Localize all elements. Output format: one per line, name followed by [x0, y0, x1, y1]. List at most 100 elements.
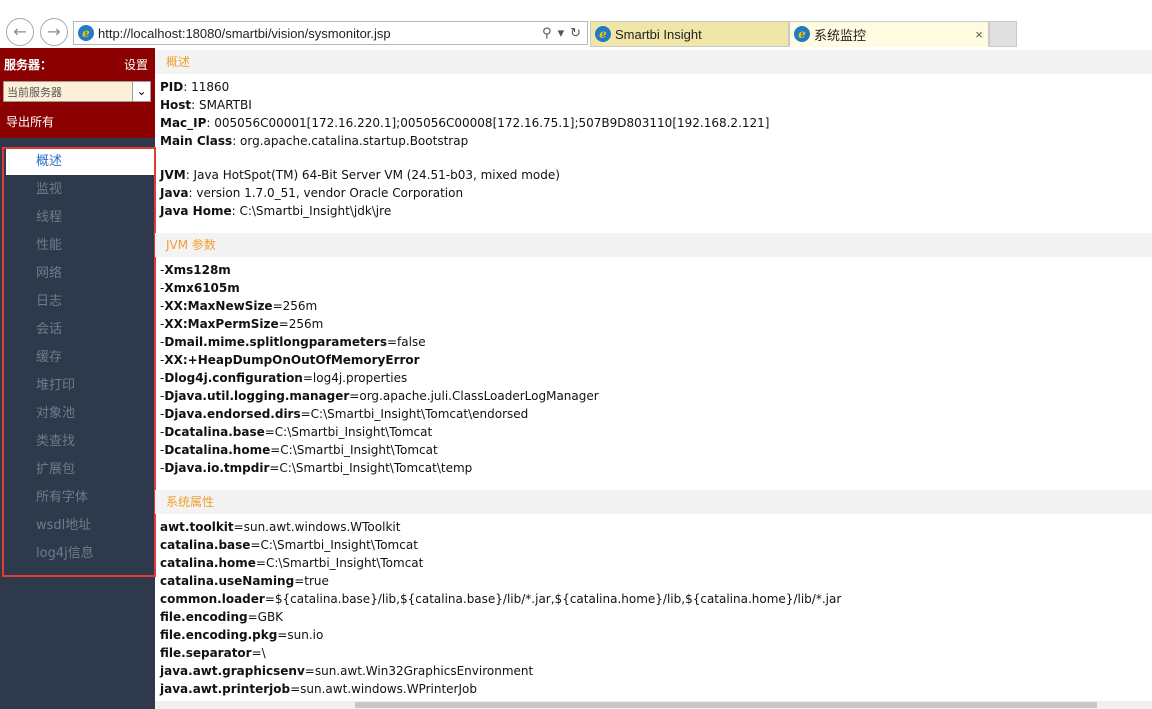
tab-system-monitor[interactable]: e 系统监控 ×: [789, 21, 989, 47]
sidebar-item[interactable]: 网络: [6, 261, 154, 287]
server-panel: 服务器： 设置 当前服务器 ⌄ 导出所有: [0, 48, 155, 138]
property-value: =GBK: [247, 610, 284, 624]
property-value: =256m: [272, 299, 318, 313]
sidebar-item[interactable]: 类查找: [6, 429, 154, 455]
tab-label: 系统监控: [814, 27, 867, 43]
forward-button[interactable]: →: [40, 18, 68, 46]
property-value: =false: [386, 335, 426, 349]
sidebar-item[interactable]: 线程: [6, 205, 154, 231]
sidebar-item[interactable]: 所有字体: [6, 485, 154, 511]
property-value: =C:\Smartbi_Insight\Tomcat: [270, 443, 438, 457]
property-value: : C:\Smartbi_Insight\jdk\jre: [231, 204, 392, 218]
property-key: file.separator: [160, 646, 252, 660]
property-value: : 005056C00001[172.16.220.1];005056C0000…: [206, 116, 770, 130]
property-row: java.awt.printerjob=sun.awt.windows.WPri…: [160, 682, 477, 696]
property-key: catalina.useNaming: [160, 574, 295, 588]
property-value: =log4j.properties: [302, 371, 408, 385]
property-row: Main Class: org.apache.catalina.startup.…: [160, 134, 468, 148]
property-row: -Djava.util.logging.manager=org.apache.j…: [160, 389, 599, 403]
address-bar[interactable]: e http://localhost:18080/smartbi/vision/…: [73, 21, 588, 45]
property-value: : org.apache.catalina.startup.Bootstrap: [232, 134, 469, 148]
refresh-icon[interactable]: ↻: [570, 26, 581, 41]
property-row: file.separator=\: [160, 646, 266, 660]
ie-tab-icon: e: [794, 26, 810, 42]
sidebar-item[interactable]: 扩展包: [6, 457, 154, 483]
property-value: : version 1.7.0_51, vendor Oracle Corpor…: [188, 186, 464, 200]
new-tab-button[interactable]: [989, 21, 1017, 47]
sidebar-item[interactable]: 堆打印: [6, 373, 154, 399]
ie-page-icon: e: [78, 25, 94, 41]
property-row: -Dlog4j.configuration=log4j.properties: [160, 371, 407, 385]
sidebar-item[interactable]: 日志: [6, 289, 154, 315]
scrollbar-thumb[interactable]: [355, 702, 1097, 708]
settings-link[interactable]: 设置: [124, 56, 148, 73]
monitor-menu: 概述 监视 线程 性能 网络 日志 会话 缓存 堆打印 对象池 类查找 扩展包 所有字体 wsdl地址 lo…: [2, 147, 156, 577]
property-row: -Xmx6105m: [160, 281, 240, 295]
property-row: catalina.home=C:\Smartbi_Insight\Tomcat: [160, 556, 423, 570]
property-key: common.loader: [160, 592, 265, 606]
property-key: JVM: [160, 168, 186, 182]
chevron-down-icon[interactable]: ▾: [558, 26, 565, 41]
property-key: Dlog4j.configuration: [164, 371, 303, 385]
server-select[interactable]: 当前服务器 ⌄: [3, 81, 151, 102]
browser-chrome: ← → e http://localhost:18080/smartbi/vis…: [0, 0, 1152, 48]
sidebar-item[interactable]: 会话: [6, 317, 154, 343]
property-key: Java: [160, 186, 189, 200]
property-row: PID: 11860: [160, 80, 229, 94]
property-key: Dcatalina.home: [164, 443, 271, 457]
property-key: PID: [160, 80, 184, 94]
property-value: =C:\Smartbi_Insight\Tomcat\endorsed: [300, 407, 529, 421]
property-row: java.awt.graphicsenv=sun.awt.Win32Graphi…: [160, 664, 533, 678]
property-key: Host: [160, 98, 192, 112]
horizontal-scrollbar[interactable]: [155, 701, 1152, 709]
property-row: -XX:MaxNewSize=256m: [160, 299, 317, 313]
property-value: =true: [294, 574, 329, 588]
property-key: Dmail.mime.splitlongparameters: [164, 335, 387, 349]
sidebar-item[interactable]: wsdl地址: [6, 513, 154, 539]
section-overview-title: 概述: [155, 50, 1152, 74]
property-value: : 11860: [183, 80, 230, 94]
property-row: common.loader=${catalina.base}/lib,${cat…: [160, 592, 841, 606]
property-row: -XX:MaxPermSize=256m: [160, 317, 323, 331]
tab-smartbi-insight[interactable]: e Smartbi Insight: [590, 21, 789, 47]
property-key: Mac_IP: [160, 116, 207, 130]
property-row: -Dcatalina.base=C:\Smartbi_Insight\Tomca…: [160, 425, 432, 439]
property-row: -Djava.endorsed.dirs=C:\Smartbi_Insight\…: [160, 407, 528, 421]
main-content: 概述 PID: 11860 Host: SMARTBI Mac_IP: 005056C…: [155, 48, 1152, 709]
arrow-left-icon: ←: [13, 22, 27, 41]
chevron-down-icon[interactable]: ⌄: [132, 82, 150, 101]
property-value: =${catalina.base}/lib,${catalina.base}/l…: [264, 592, 842, 606]
property-key: file.encoding: [160, 610, 248, 624]
sidebar-item[interactable]: 概述: [6, 149, 154, 175]
property-value: =sun.awt.Win32GraphicsEnvironment: [304, 664, 534, 678]
sidebar-item[interactable]: 性能: [6, 233, 154, 259]
property-value: =sun.awt.windows.WPrinterJob: [290, 682, 477, 696]
property-row: Java: version 1.7.0_51, vendor Oracle Co…: [160, 186, 463, 200]
property-row: Mac_IP: 005056C00001[172.16.220.1];00505…: [160, 116, 769, 130]
property-row: file.encoding=GBK: [160, 610, 283, 624]
sidebar-item[interactable]: 缓存: [6, 345, 154, 371]
address-url[interactable]: http://localhost:18080/smartbi/vision/sy…: [98, 26, 542, 41]
property-key: catalina.base: [160, 538, 251, 552]
property-value: =sun.io: [277, 628, 324, 642]
property-value: =C:\Smartbi_Insight\Tomcat\temp: [269, 461, 473, 475]
export-all-link[interactable]: 导出所有: [6, 113, 54, 130]
back-button[interactable]: ←: [6, 18, 34, 46]
property-key: catalina.home: [160, 556, 256, 570]
property-key: Djava.endorsed.dirs: [164, 407, 301, 421]
sidebar-item[interactable]: log4j信息: [6, 541, 154, 567]
close-icon[interactable]: ×: [970, 27, 988, 42]
property-row: awt.toolkit=sun.awt.windows.WToolkit: [160, 520, 400, 534]
property-row: catalina.useNaming=true: [160, 574, 329, 588]
property-key: java.awt.printerjob: [160, 682, 291, 696]
search-icon[interactable]: ⚲: [542, 26, 552, 41]
sidebar-item[interactable]: 监视: [6, 177, 154, 203]
property-value: =256m: [278, 317, 324, 331]
property-key: Java Home: [160, 204, 232, 218]
property-value: =C:\Smartbi_Insight\Tomcat: [255, 556, 424, 570]
property-value: : SMARTBI: [191, 98, 252, 112]
sidebar-item[interactable]: 对象池: [6, 401, 154, 427]
property-value: =C:\Smartbi_Insight\Tomcat: [264, 425, 433, 439]
property-key: XX:+HeapDumpOnOutOfMemoryError: [164, 353, 420, 367]
property-value: =C:\Smartbi_Insight\Tomcat: [250, 538, 418, 552]
